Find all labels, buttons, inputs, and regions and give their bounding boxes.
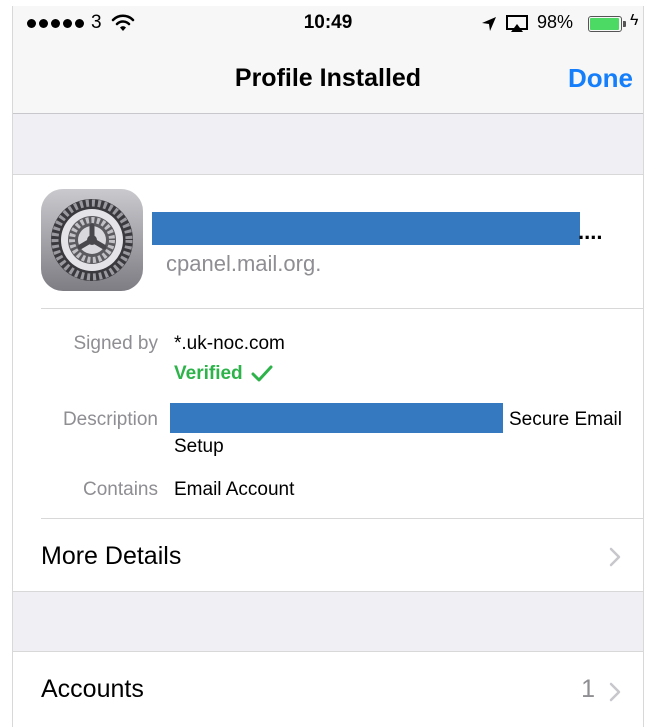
- description-value: Secure Email: [509, 409, 622, 430]
- accounts-row[interactable]: Accounts 1: [13, 651, 643, 727]
- signed-by-value: *.uk-noc.com: [174, 333, 285, 354]
- signed-by-label: Signed by: [73, 333, 158, 354]
- redacted-profile-name: [152, 212, 580, 245]
- navigation-bar: Profile Installed Done: [13, 42, 643, 114]
- contains-label: Contains: [83, 479, 158, 500]
- verified-label: Verified: [174, 363, 243, 384]
- location-arrow-icon: [482, 17, 496, 31]
- divider: [41, 308, 643, 309]
- page-title: Profile Installed: [234, 64, 422, 92]
- settings-gear-icon: [41, 189, 143, 291]
- chevron-right-icon: [609, 682, 621, 702]
- accounts-label: Accounts: [41, 675, 144, 703]
- charging-bolt-icon: ϟ: [630, 12, 639, 29]
- battery-percent: 98%: [537, 12, 574, 32]
- airplay-icon: [506, 15, 528, 32]
- battery-icon: [588, 16, 622, 32]
- done-button[interactable]: Done: [568, 63, 633, 94]
- accounts-count: 1: [581, 675, 595, 703]
- status-bar: 3 10:49 98% ϟ: [13, 6, 643, 42]
- phone-screen: 3 10:49 98% ϟ Profile Installed Done ...…: [12, 6, 644, 727]
- contains-value: Email Account: [174, 479, 295, 500]
- checkmark-icon: [251, 365, 273, 382]
- more-details-row[interactable]: More Details: [13, 519, 643, 593]
- verified-status: Verified: [174, 363, 273, 385]
- description-label: Description: [62, 409, 158, 430]
- description-value-continued: Setup: [174, 436, 224, 457]
- profile-card: .... cpanel.mail.org. Signed by *.uk-noc…: [13, 174, 643, 592]
- chevron-right-icon: [609, 547, 621, 567]
- profile-name-suffix: ....: [578, 219, 603, 244]
- profile-header: .... cpanel.mail.org.: [13, 175, 643, 308]
- more-details-label: More Details: [41, 542, 182, 570]
- battery-cap: [623, 21, 626, 27]
- profile-domain: cpanel.mail.org.: [166, 251, 322, 276]
- redacted-description: [170, 403, 503, 433]
